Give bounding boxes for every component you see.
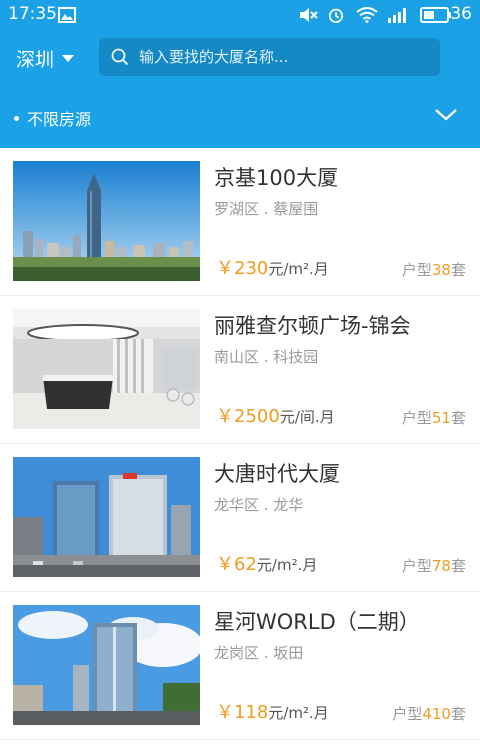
building-name: 京基100大厦 — [214, 166, 339, 190]
filter-option[interactable]: 不限房源 — [14, 106, 91, 130]
currency-symbol: ￥ — [216, 554, 234, 575]
price-unit: 元/间.月 — [279, 408, 335, 426]
building-photo — [13, 457, 200, 577]
wifi-icon — [356, 7, 378, 23]
rooms-label: 户型 — [401, 409, 432, 427]
price-unit: 元/m².月 — [256, 556, 318, 574]
building-photo — [13, 605, 200, 725]
rooms-count: 51 — [431, 409, 451, 427]
room-types: 户型410套 — [392, 703, 466, 724]
status-bar: 17:35 36 — [0, 0, 480, 30]
header: 深圳 不限房源 — [0, 30, 480, 148]
currency-symbol: ￥ — [216, 406, 234, 427]
filter-label: 不限房源 — [27, 110, 92, 129]
rooms-label: 户型 — [392, 705, 423, 723]
building-list: 京基100大厦 罗湖区 . 蔡屋围 ￥230元/m².月 户型38套 丽雅查尔顿… — [0, 148, 480, 740]
room-types: 户型51套 — [402, 407, 466, 428]
rooms-suffix: 套 — [450, 409, 466, 427]
building-name: 丽雅查尔顿广场-锦会 — [214, 314, 411, 338]
rooms-label: 户型 — [401, 261, 432, 279]
list-item[interactable]: 星河WORLD（二期） 龙岗区 . 坂田 ￥118元/m².月 户型410套 — [0, 592, 480, 740]
building-location: 龙华区 . 龙华 — [214, 496, 304, 514]
building-location: 南山区 . 科技园 — [214, 348, 319, 366]
list-item[interactable]: 丽雅查尔顿广场-锦会 南山区 . 科技园 ￥2500元/间.月 户型51套 — [0, 296, 480, 444]
battery-icon — [420, 7, 451, 23]
building-price: ￥118元/m².月 — [216, 698, 329, 724]
status-time: 17:35 — [8, 4, 57, 24]
price-value: 2500 — [234, 406, 280, 427]
search-input[interactable] — [137, 47, 431, 67]
image-notification-icon — [58, 7, 76, 23]
rooms-label: 户型 — [401, 557, 432, 575]
currency-symbol: ￥ — [216, 702, 234, 723]
building-photo — [13, 161, 200, 281]
signal-icon — [388, 8, 406, 23]
room-types: 户型78套 — [402, 555, 466, 576]
bullet-icon — [14, 115, 19, 121]
building-price: ￥2500元/间.月 — [216, 402, 335, 428]
building-location: 龙岗区 . 坂田 — [214, 644, 304, 662]
alarm-icon — [328, 8, 344, 23]
building-location: 罗湖区 . 蔡屋围 — [214, 200, 319, 218]
price-value: 62 — [234, 554, 257, 575]
building-name: 星河WORLD（二期） — [214, 610, 420, 634]
search-icon — [111, 48, 129, 66]
price-value: 118 — [234, 702, 269, 723]
currency-symbol: ￥ — [216, 258, 234, 279]
rooms-count: 78 — [431, 557, 451, 575]
rooms-suffix: 套 — [450, 705, 466, 723]
building-price: ￥230元/m².月 — [216, 254, 329, 280]
list-item[interactable]: 京基100大厦 罗湖区 . 蔡屋围 ￥230元/m².月 户型38套 — [0, 148, 480, 296]
price-value: 230 — [234, 258, 269, 279]
city-label: 深圳 — [16, 49, 55, 71]
price-unit: 元/m².月 — [268, 260, 329, 278]
search-box[interactable] — [99, 38, 440, 76]
rooms-count: 410 — [422, 705, 451, 723]
rooms-count: 38 — [431, 261, 451, 279]
battery-level: 36 — [450, 4, 472, 24]
building-price: ￥62元/m².月 — [216, 550, 317, 576]
building-name: 大唐时代大厦 — [214, 462, 340, 486]
price-unit: 元/m².月 — [268, 704, 329, 722]
city-selector[interactable]: 深圳 — [16, 45, 75, 72]
mute-icon — [300, 8, 318, 22]
rooms-suffix: 套 — [450, 557, 466, 575]
room-types: 户型38套 — [402, 259, 466, 280]
building-photo — [13, 309, 200, 429]
list-item[interactable]: 大唐时代大厦 龙华区 . 龙华 ￥62元/m².月 户型78套 — [0, 444, 480, 592]
chevron-down-icon[interactable] — [434, 108, 458, 122]
rooms-suffix: 套 — [450, 261, 466, 279]
caret-down-icon — [62, 55, 75, 62]
